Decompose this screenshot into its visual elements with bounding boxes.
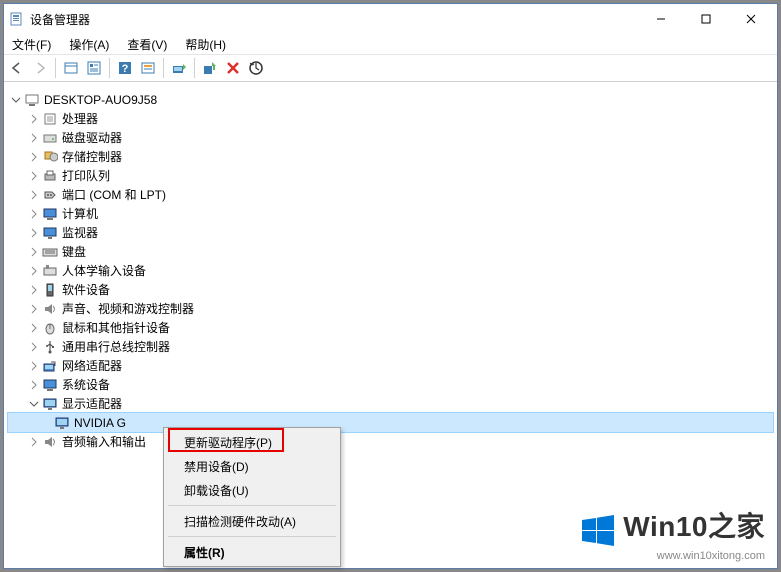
cpu-icon [42, 111, 58, 127]
tree-item-storage[interactable]: 存储控制器 [8, 147, 773, 166]
collapse-icon[interactable] [26, 130, 42, 146]
tree-item-software[interactable]: 软件设备 [8, 280, 773, 299]
tree-item-sound[interactable]: 声音、视频和游戏控制器 [8, 299, 773, 318]
context-menu: 更新驱动程序(P) 禁用设备(D) 卸载设备(U) 扫描检测硬件改动(A) 属性… [163, 427, 341, 567]
menu-view[interactable]: 查看(V) [123, 35, 171, 54]
pc-icon [42, 206, 58, 222]
tree-item-ports[interactable]: 端口 (COM 和 LPT) [8, 185, 773, 204]
tree-item-disk[interactable]: 磁盘驱动器 [8, 128, 773, 147]
ctx-properties[interactable]: 属性(R) [166, 540, 338, 564]
collapse-icon[interactable] [26, 187, 42, 203]
window-title: 设备管理器 [30, 11, 638, 28]
collapse-icon[interactable] [26, 149, 42, 165]
tree-item-keyboard[interactable]: 键盘 [8, 242, 773, 261]
view-button[interactable] [137, 57, 159, 79]
disk-icon [42, 130, 58, 146]
menubar: 文件(F) 操作(A) 查看(V) 帮助(H) [4, 34, 777, 54]
tree-item-nvidia[interactable]: NVIDIA G [8, 413, 773, 432]
audio-icon [42, 434, 58, 450]
tree-item-printqueue[interactable]: 打印队列 [8, 166, 773, 185]
mouse-icon [42, 320, 58, 336]
windows-logo-icon [582, 515, 614, 550]
collapse-icon[interactable] [26, 225, 42, 241]
collapse-icon[interactable] [26, 244, 42, 260]
collapse-icon[interactable] [26, 282, 42, 298]
collapse-icon[interactable] [26, 263, 42, 279]
properties-button[interactable] [83, 57, 105, 79]
toolbar: ? [4, 54, 777, 82]
tree-item-cpu[interactable]: 处理器 [8, 109, 773, 128]
computer-icon [24, 92, 40, 108]
tree-item-display[interactable]: 显示适配器 [8, 394, 773, 413]
tree-content: DESKTOP-AUO9J58 处理器 磁盘驱动器 存储控制器 打印队列 端口 … [4, 83, 777, 568]
tree-item-audio[interactable]: 音频输入和输出 [8, 432, 773, 451]
collapse-icon[interactable] [26, 434, 42, 450]
speaker-icon [42, 301, 58, 317]
menu-action[interactable]: 操作(A) [65, 35, 113, 54]
svg-text:?: ? [122, 63, 129, 75]
update-driver-button[interactable] [168, 57, 190, 79]
menu-help[interactable]: 帮助(H) [181, 35, 230, 54]
titlebar: 设备管理器 [4, 4, 777, 34]
gpu-icon [54, 415, 70, 431]
show-hidden-button[interactable] [60, 57, 82, 79]
forward-button[interactable] [29, 57, 51, 79]
collapse-icon[interactable] [26, 111, 42, 127]
ctx-uninstall-device[interactable]: 卸载设备(U) [166, 478, 338, 502]
minimize-button[interactable] [638, 5, 683, 33]
app-icon [8, 11, 24, 27]
ctx-separator [168, 505, 336, 506]
collapse-icon[interactable] [26, 320, 42, 336]
display-icon [42, 396, 58, 412]
collapse-icon[interactable] [26, 377, 42, 393]
usb-icon [42, 339, 58, 355]
tree-root[interactable]: DESKTOP-AUO9J58 [8, 90, 773, 109]
root-label: DESKTOP-AUO9J58 [44, 93, 157, 107]
ctx-separator [168, 536, 336, 537]
maximize-button[interactable] [683, 5, 728, 33]
ctx-update-driver[interactable]: 更新驱动程序(P) [166, 430, 338, 454]
port-icon [42, 187, 58, 203]
tree-item-system[interactable]: 系统设备 [8, 375, 773, 394]
tree-item-hid[interactable]: 人体学输入设备 [8, 261, 773, 280]
storage-icon [42, 149, 58, 165]
collapse-icon[interactable] [26, 206, 42, 222]
menu-file[interactable]: 文件(F) [8, 35, 55, 54]
hid-icon [42, 263, 58, 279]
software-icon [42, 282, 58, 298]
tree-item-monitor[interactable]: 监视器 [8, 223, 773, 242]
back-button[interactable] [6, 57, 28, 79]
network-icon [42, 358, 58, 374]
expand-icon[interactable] [8, 92, 24, 108]
printer-icon [42, 168, 58, 184]
enable-device-button[interactable] [199, 57, 221, 79]
monitor-icon [42, 225, 58, 241]
uninstall-device-button[interactable] [222, 57, 244, 79]
ctx-scan-hardware[interactable]: 扫描检测硬件改动(A) [166, 509, 338, 533]
watermark-brand: Win10之家 [623, 511, 765, 542]
tree-item-usb[interactable]: 通用串行总线控制器 [8, 337, 773, 356]
tree-item-computer[interactable]: 计算机 [8, 204, 773, 223]
collapse-icon[interactable] [26, 358, 42, 374]
watermark-url: www.win10xitong.com [582, 550, 765, 562]
system-icon [42, 377, 58, 393]
tree-item-mouse[interactable]: 鼠标和其他指针设备 [8, 318, 773, 337]
tree-item-network[interactable]: 网络适配器 [8, 356, 773, 375]
keyboard-icon [42, 244, 58, 260]
watermark: Win10之家 www.win10xitong.com [582, 505, 765, 562]
ctx-disable-device[interactable]: 禁用设备(D) [166, 454, 338, 478]
help-button[interactable]: ? [114, 57, 136, 79]
scan-hardware-button[interactable] [245, 57, 267, 79]
collapse-icon[interactable] [26, 168, 42, 184]
expand-icon[interactable] [26, 396, 42, 412]
close-button[interactable] [728, 5, 773, 33]
collapse-icon[interactable] [26, 301, 42, 317]
collapse-icon[interactable] [26, 339, 42, 355]
